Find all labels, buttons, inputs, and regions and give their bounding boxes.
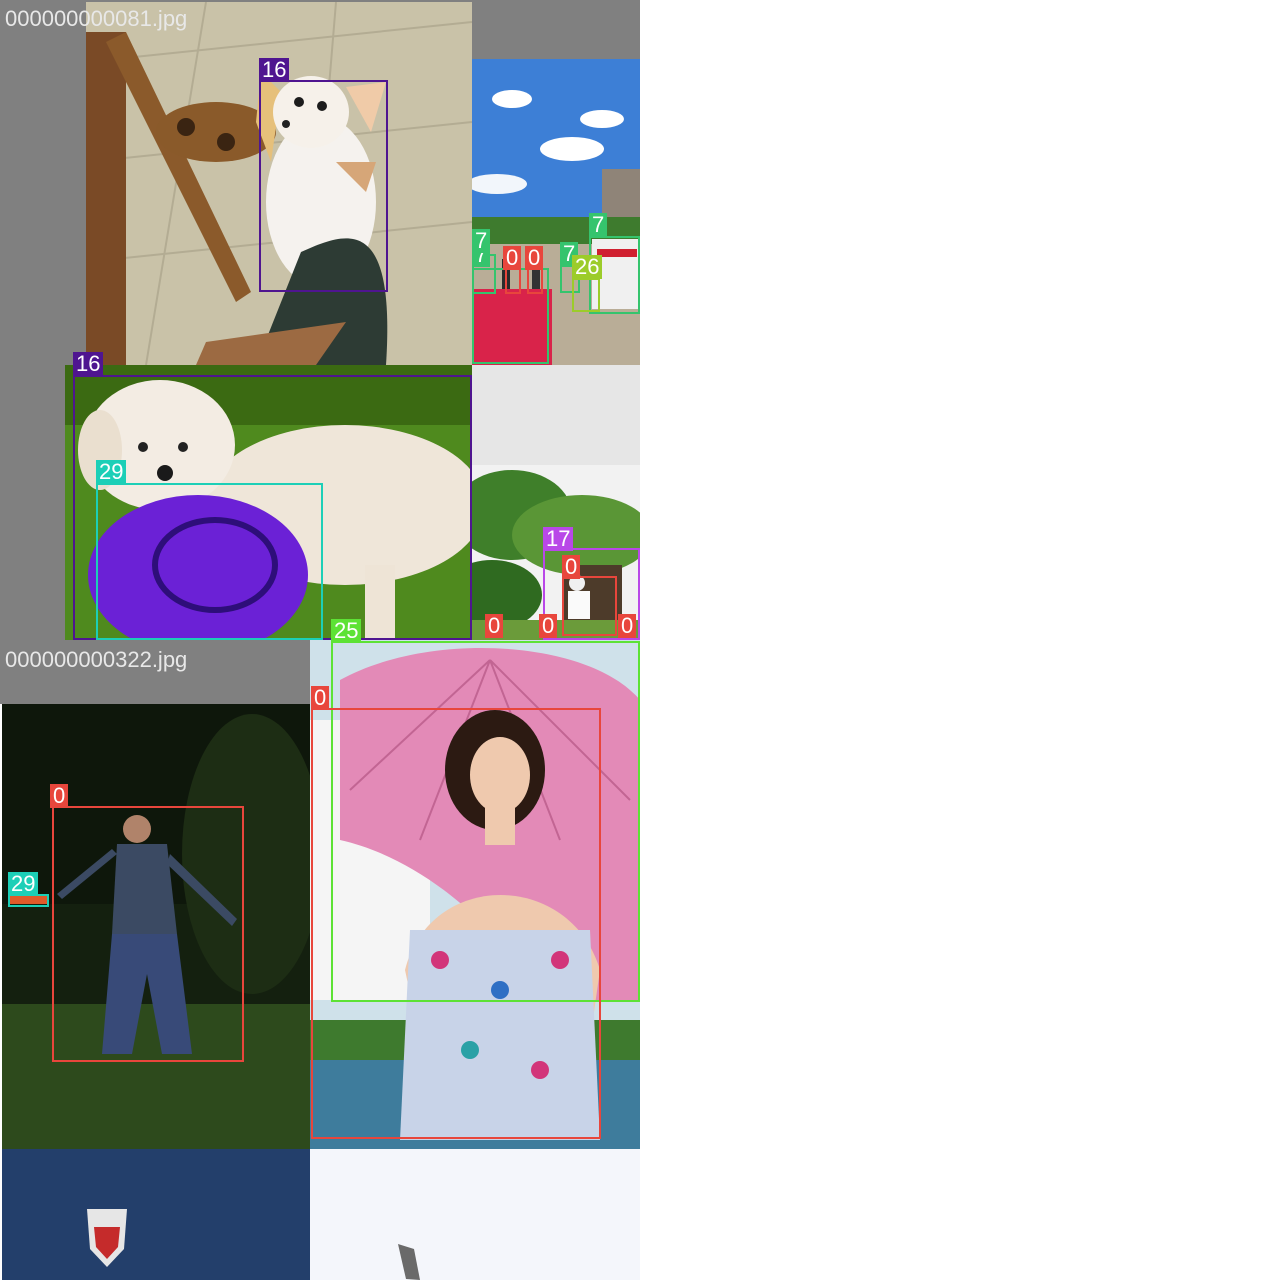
photo-tennis-banner: [2, 1149, 310, 1280]
detection-label: 7: [472, 229, 491, 253]
detection-label: 26: [572, 255, 603, 279]
photo-white-partial: [310, 1149, 640, 1280]
detection-label: 0: [525, 246, 544, 270]
detection-label: 0: [562, 555, 581, 579]
detection-label: 7: [589, 213, 608, 237]
detection-label: 29: [8, 872, 39, 896]
detection-label: 0: [50, 784, 69, 808]
detection-label: 0: [311, 686, 330, 710]
detection-box: [96, 483, 323, 640]
tile-filename-label: 000000000081.jpg: [5, 6, 188, 31]
mosaic-grid: 000000000081.jpg 000000000322.jpg 16 7 7…: [0, 0, 640, 1280]
tile-filename-label: 000000000322.jpg: [5, 647, 188, 672]
detection-box: [311, 708, 601, 1139]
detection-label: 25: [331, 619, 362, 643]
detection-label: 16: [73, 352, 104, 376]
detection-box: [527, 268, 543, 294]
detection-box: [562, 576, 617, 636]
detection-box: [52, 806, 244, 1062]
detection-label: 0: [503, 246, 522, 270]
detection-label: 0: [618, 614, 637, 638]
detection-label: 16: [259, 58, 290, 82]
detection-label: 0: [539, 614, 558, 638]
detection-box: [505, 268, 521, 294]
detection-label: 0: [485, 614, 504, 638]
detection-box: [259, 80, 388, 292]
detection-label: 29: [96, 460, 127, 484]
detection-box: [572, 278, 600, 312]
detection-label: 17: [543, 527, 574, 551]
